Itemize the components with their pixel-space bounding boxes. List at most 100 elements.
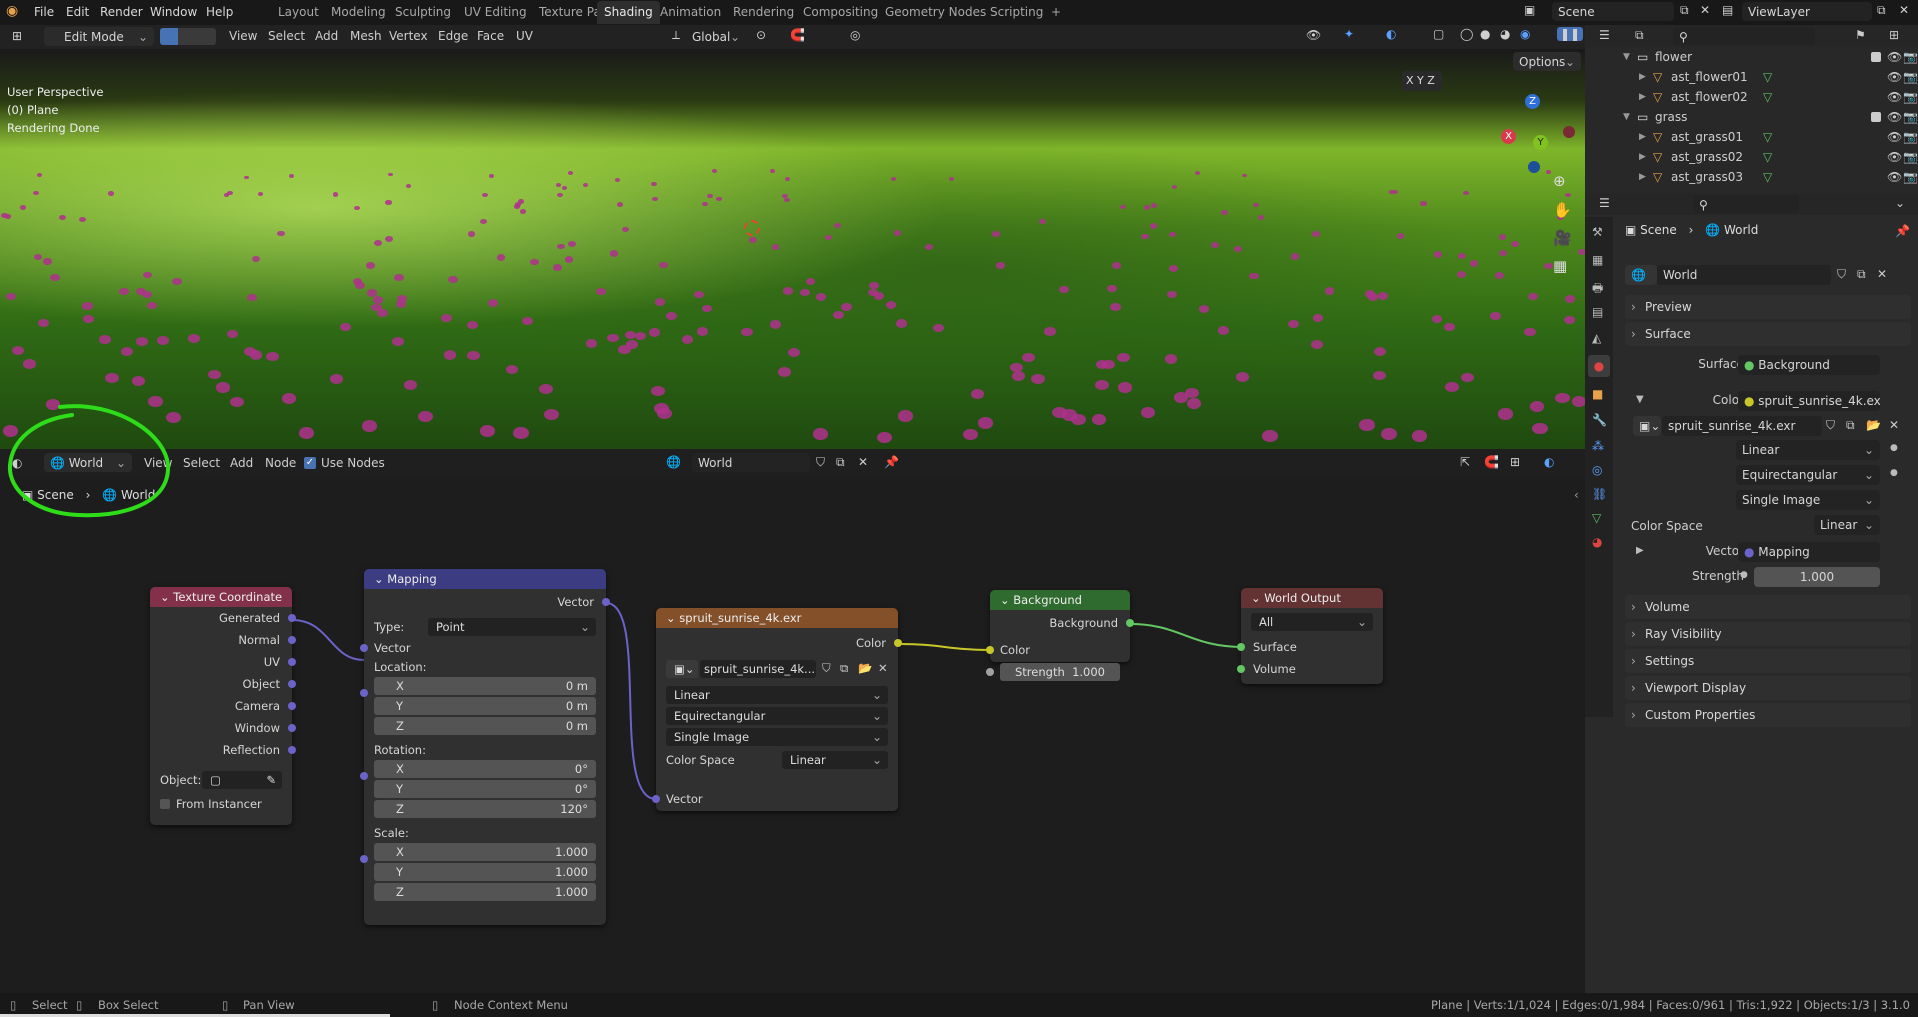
- zoom-icon[interactable]: ⊕: [1553, 172, 1566, 190]
- expand-arrow-icon[interactable]: ▶: [1639, 147, 1646, 167]
- props-world-field[interactable]: World: [1657, 265, 1831, 285]
- tab-scripting[interactable]: Scripting: [983, 1, 1050, 24]
- scene-tab-icon[interactable]: ◭: [1592, 331, 1601, 345]
- prop-image-unlink-icon[interactable]: ✕: [1889, 418, 1899, 432]
- texture-coordinate-node[interactable]: ⌄ Texture Coordinate Generated Normal UV…: [150, 587, 296, 825]
- tab-animation[interactable]: Animation: [653, 1, 728, 24]
- outliner-row[interactable]: ▶ ▽ ast_flower02 ▽ 👁 📷: [1585, 87, 1918, 107]
- xray-icon[interactable]: ▢: [1433, 27, 1444, 41]
- mapping-out-socket[interactable]: [602, 598, 610, 606]
- delete-scene-icon[interactable]: ✕: [1700, 3, 1710, 17]
- tab-compositing[interactable]: Compositing: [796, 1, 885, 24]
- node-menu-node[interactable]: Node: [265, 456, 296, 470]
- location-z-field[interactable]: Z 0 m: [374, 717, 596, 735]
- shading-rendered-icon[interactable]: ◉: [1520, 27, 1530, 41]
- options-dropdown[interactable]: Options: [1513, 52, 1581, 72]
- prop-image-open-icon[interactable]: 📂: [1866, 418, 1881, 432]
- mode-selector[interactable]: Edit Mode: [44, 27, 154, 47]
- menu-file[interactable]: File: [34, 5, 54, 19]
- location-x-field[interactable]: X 0 m: [374, 677, 596, 695]
- output-tab-icon[interactable]: 🖶: [1592, 279, 1603, 300]
- texture-coordinate-header[interactable]: ⌄ Texture Coordinate: [150, 587, 292, 607]
- vp-menu-vertex[interactable]: Vertex: [389, 29, 428, 43]
- 3d-viewport[interactable]: User Perspective (0) Plane Rendering Don…: [0, 49, 1585, 449]
- object-tab-icon[interactable]: ■: [1592, 387, 1603, 401]
- eye-icon[interactable]: 👁: [1887, 167, 1902, 187]
- color-expand-icon[interactable]: ▼: [1636, 394, 1644, 405]
- pause-render-icon[interactable]: ❚❚: [1557, 27, 1584, 41]
- menu-edit[interactable]: Edit: [66, 5, 89, 19]
- unlink-world-icon[interactable]: ✕: [858, 455, 868, 469]
- shading-material-icon[interactable]: ◕: [1500, 27, 1510, 41]
- filter-icon[interactable]: ⚑: [1855, 28, 1866, 42]
- select-mode-buttons[interactable]: [160, 28, 216, 45]
- props-pin-icon[interactable]: 📌: [1895, 224, 1910, 238]
- output-window-socket[interactable]: [288, 724, 296, 732]
- expand-arrow-icon[interactable]: ▼: [1623, 107, 1630, 127]
- scale-y-field[interactable]: Y 1.000: [374, 863, 596, 881]
- modifier-tab-icon[interactable]: 🔧: [1592, 413, 1607, 427]
- eye-icon[interactable]: 👁: [1887, 107, 1902, 127]
- camera-render-icon[interactable]: 📷: [1903, 47, 1918, 67]
- props-duplicate-icon[interactable]: ⧉: [1857, 267, 1866, 282]
- prop-interpolation-dropdown[interactable]: Linear: [1736, 440, 1880, 460]
- vertex-select-icon[interactable]: [160, 28, 178, 45]
- prop-image-browse[interactable]: ▣⌄: [1633, 416, 1661, 436]
- delete-view-layer-icon[interactable]: ✕: [1899, 3, 1909, 17]
- section-viewport-display[interactable]: Viewport Display: [1625, 676, 1911, 700]
- new-collection-icon[interactable]: ⊞: [1889, 28, 1899, 42]
- surface-in-socket[interactable]: [1237, 643, 1245, 651]
- props-breadcrumb-world[interactable]: World: [1724, 223, 1758, 237]
- gizmo-neg-x-axis[interactable]: [1563, 126, 1575, 138]
- eye-icon[interactable]: 👁: [1887, 127, 1902, 147]
- prop-proj-dot[interactable]: ●: [1890, 468, 1898, 478]
- gizmo-z-axis[interactable]: Z: [1525, 94, 1540, 109]
- outliner-row[interactable]: ▶ ▽ ast_flower01 ▽ 👁 📷: [1585, 67, 1918, 87]
- eye-icon[interactable]: 👁: [1887, 87, 1902, 107]
- gizmo-y-axis[interactable]: Y: [1533, 135, 1548, 150]
- pin-icon[interactable]: 📌: [884, 455, 899, 469]
- camera-render-icon[interactable]: 📷: [1903, 167, 1918, 187]
- background-color-in-socket[interactable]: [986, 646, 994, 654]
- tab-geometry-nodes[interactable]: Geometry Nodes: [878, 1, 993, 24]
- parent-node-tree-icon[interactable]: ⇱: [1460, 455, 1470, 469]
- props-fake-user-icon[interactable]: ⛉: [1837, 267, 1846, 282]
- camera-render-icon[interactable]: 📷: [1903, 87, 1918, 107]
- snap-element-icon[interactable]: ⊞: [1510, 455, 1520, 469]
- prop-color-field[interactable]: ● spruit_sunrise_4k.exr: [1738, 391, 1880, 411]
- prop-image-fake-user-icon[interactable]: ⛉: [1826, 418, 1835, 433]
- fake-user-icon[interactable]: ⛉: [816, 455, 825, 470]
- overlay-toggle-icon[interactable]: ◐: [1386, 27, 1396, 41]
- envtex-vector-in-socket[interactable]: [652, 795, 660, 803]
- section-preview[interactable]: Preview: [1625, 295, 1911, 319]
- rotation-x-field[interactable]: X 0°: [374, 760, 596, 778]
- envtex-header[interactable]: ⌄ spruit_sunrise_4k.exr: [656, 608, 898, 628]
- vp-menu-select[interactable]: Select: [268, 29, 305, 43]
- constraints-tab-icon[interactable]: ⛓: [1592, 487, 1607, 501]
- snap-node-icon[interactable]: 🧲: [1484, 455, 1499, 469]
- world-datablock-field[interactable]: World: [692, 453, 810, 472]
- copy-view-layer-icon[interactable]: ⧉: [1877, 3, 1886, 18]
- scale-x-field[interactable]: X 1.000: [374, 843, 596, 861]
- volume-in-socket[interactable]: [1237, 665, 1245, 673]
- rotation-y-field[interactable]: Y 0°: [374, 780, 596, 798]
- outliner-row[interactable]: ▶ ▽ ast_grass03 ▽ 👁 📷: [1585, 167, 1918, 187]
- envtex-color-socket[interactable]: [894, 639, 902, 647]
- node-overlay-icon[interactable]: ◐: [1544, 455, 1554, 469]
- gizmo-x-axis[interactable]: X: [1501, 129, 1516, 144]
- physics-tab-icon[interactable]: ◎: [1592, 463, 1602, 477]
- render-tab-icon[interactable]: ▦: [1592, 253, 1603, 267]
- vp-menu-mesh[interactable]: Mesh: [350, 29, 382, 43]
- blender-logo-icon[interactable]: ◉: [6, 3, 18, 19]
- shading-solid-icon[interactable]: ●: [1480, 27, 1490, 41]
- mesh-data-icon[interactable]: ▽: [1763, 147, 1772, 167]
- mesh-data-icon[interactable]: ▽: [1763, 127, 1772, 147]
- eyedropper-icon[interactable]: ✎: [266, 771, 276, 789]
- menu-render[interactable]: Render: [100, 5, 143, 19]
- gizmo-neg-z-axis[interactable]: [1528, 161, 1540, 173]
- duplicate-world-icon[interactable]: ⧉: [836, 455, 845, 470]
- scale-z-field[interactable]: Z 1.000: [374, 883, 596, 901]
- section-custom-properties[interactable]: Custom Properties: [1625, 703, 1911, 727]
- image-name-field[interactable]: spruit_sunrise_4k...: [700, 660, 816, 678]
- prop-source-dropdown[interactable]: Single Image: [1736, 490, 1880, 510]
